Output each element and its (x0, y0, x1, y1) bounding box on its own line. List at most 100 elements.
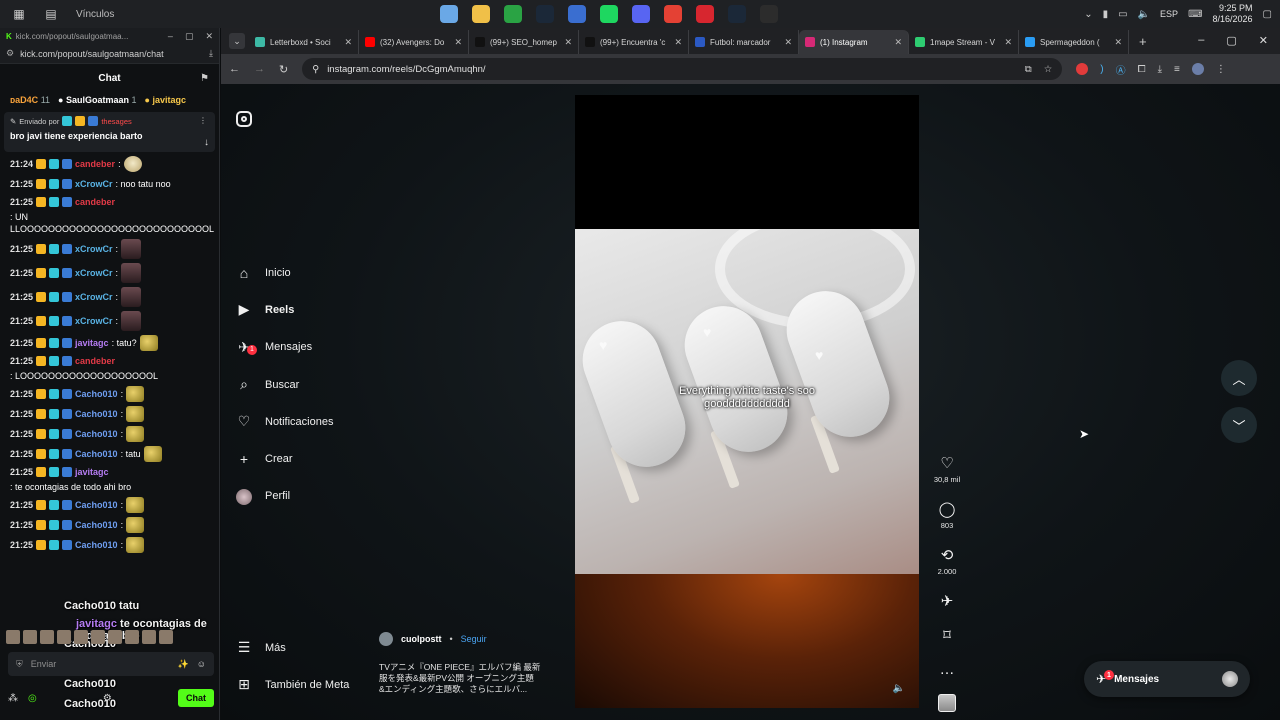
message-username[interactable]: Cacho010 (75, 428, 118, 440)
taskbar-app-icon[interactable] (728, 5, 746, 23)
follow-button[interactable]: Seguir (461, 634, 487, 644)
tab-close-icon[interactable]: ✕ (344, 37, 352, 48)
bookmark-icon[interactable]: ⌑ (943, 628, 951, 644)
download-icon[interactable]: ⤓ (209, 48, 213, 59)
message-username[interactable]: Cacho010 (75, 499, 118, 511)
next-reel-button[interactable]: ﹀ (1221, 407, 1257, 443)
comment-action[interactable]: ◯ 803 (939, 502, 956, 531)
author-name[interactable]: cuolpostt (401, 634, 442, 644)
message-username[interactable]: javitagc (75, 466, 109, 478)
usb-icon[interactable]: ▮ (1103, 9, 1109, 20)
previous-reel-button[interactable]: ︿ (1221, 360, 1257, 396)
message-username[interactable]: xCrowCr (75, 315, 113, 327)
grid-icon[interactable]: ▦ (12, 7, 26, 21)
maximize-icon[interactable]: ▢ (185, 31, 194, 42)
message-username[interactable]: xCrowCr (75, 267, 113, 279)
close-icon[interactable]: ✕ (1259, 34, 1268, 47)
table-icon[interactable]: ▤ (44, 7, 58, 21)
reload-icon[interactable]: ↻ (279, 63, 288, 76)
message-username[interactable]: Cacho010 (75, 388, 118, 400)
media-icon[interactable]: ≡ (1174, 64, 1180, 75)
tab-close-icon[interactable]: ✕ (784, 37, 792, 48)
chat-input[interactable]: ⛨ Enviar ✨ ☺ (8, 652, 214, 676)
message-username[interactable]: javitagc (75, 337, 109, 349)
forward-icon[interactable]: → (254, 63, 265, 75)
emote-icon[interactable] (108, 630, 122, 644)
more-action[interactable]: … (940, 662, 955, 678)
downloads-icon[interactable]: ⤓ (1158, 64, 1162, 75)
audio-thumbnail[interactable] (938, 694, 956, 712)
clock[interactable]: 9:25 PM 8/16/2026 (1213, 3, 1253, 25)
close-icon[interactable]: ✕ (205, 31, 213, 42)
browser-tab[interactable]: Letterboxd • Soci ✕ (249, 30, 359, 54)
emote-icon[interactable] (159, 630, 173, 644)
comment-icon[interactable]: ◯ (939, 502, 956, 518)
profile-avatar-icon[interactable] (1191, 63, 1204, 75)
browser-tab[interactable]: Futbol: marcador ✕ (689, 30, 799, 54)
maximize-icon[interactable]: ▢ (1226, 34, 1236, 47)
smiley-icon[interactable]: ☺ (197, 659, 206, 670)
extension-red-icon[interactable] (1076, 63, 1089, 75)
chat-send-button[interactable]: Chat (177, 689, 214, 707)
install-icon[interactable]: ⧉ (1025, 64, 1032, 75)
send-icon[interactable]: ✈ (941, 594, 954, 610)
instagram-logo-icon[interactable] (236, 111, 252, 127)
settings-icon[interactable]: ⚙ (6, 48, 14, 59)
extensions-puzzle-icon[interactable]: ⧠ (1138, 64, 1146, 75)
taskbar-app-icon[interactable] (760, 5, 778, 23)
more-icon[interactable]: … (940, 662, 955, 678)
taskbar-app-icon[interactable] (664, 5, 682, 23)
language-label[interactable]: ESP (1160, 9, 1178, 19)
address-bar[interactable]: ⚲ instagram.com/reels/DcGgmAmuqhn/ ⧉ ☆ (302, 58, 1063, 80)
messages-float-button[interactable]: ✈ 1 Mensajes (1084, 661, 1250, 697)
author-avatar[interactable] (379, 632, 393, 646)
browser-tab[interactable]: 1mape Stream - V ✕ (909, 30, 1019, 54)
minimize-icon[interactable]: – (168, 31, 173, 42)
message-username[interactable]: candeber (75, 355, 115, 367)
tab-close-icon[interactable]: ✕ (894, 37, 902, 48)
more-options-icon[interactable]: ⋮ (199, 116, 207, 125)
taskbar-app-icon[interactable] (440, 5, 458, 23)
network-icon[interactable]: ▭ (1118, 9, 1127, 20)
nav-item-mensajes[interactable]: ✈ 1 Mensajes (235, 329, 333, 366)
points-icon[interactable]: ⁂ (8, 693, 18, 704)
speaker-icon[interactable]: 🔈 (1138, 9, 1150, 20)
kick-url[interactable]: kick.com/popout/saulgoatmaan/chat (20, 49, 164, 59)
browser-tab[interactable]: (32) Avengers: Do ✕ (359, 30, 469, 54)
reel-description[interactable]: TVアニメ『ONE PIECE』エルバフ編 最新 服を発表&最新PV公開 オープ… (379, 662, 559, 695)
arrow-down-icon[interactable]: ↓ (204, 137, 209, 148)
browser-tab[interactable]: Spermageddon (✕ (1019, 30, 1129, 54)
message-username[interactable]: Cacho010 (75, 519, 118, 531)
heart-icon[interactable]: ♡ (940, 456, 953, 472)
site-info-icon[interactable]: ⚲ (312, 64, 319, 75)
tab-close-icon[interactable]: ✕ (564, 37, 572, 48)
tab-search-icon[interactable]: ⌄ (229, 33, 245, 49)
message-username[interactable]: Cacho010 (75, 448, 118, 460)
minimize-icon[interactable]: – (1198, 34, 1204, 47)
tab-close-icon[interactable]: ✕ (674, 37, 682, 48)
extension-wave-icon[interactable]: ) (1100, 64, 1103, 75)
message-username[interactable]: Cacho010 (75, 539, 118, 551)
tab-close-icon[interactable]: ✕ (454, 37, 462, 48)
nav-item-bottom[interactable]: ⊞ También de Meta (235, 666, 349, 703)
message-username[interactable]: xCrowCr (75, 178, 113, 190)
taskbar-app-icon[interactable] (536, 5, 554, 23)
share-action[interactable]: ✈ (941, 594, 954, 610)
notification-icon[interactable]: ▢ (1263, 9, 1272, 20)
keyboard-icon[interactable]: ⌨ (1188, 9, 1202, 20)
reel-video[interactable]: ♥ ♥ ♥ Everything white taste's soo goodd… (575, 95, 919, 708)
taskbar-app-icon[interactable] (568, 5, 586, 23)
nav-item-perfil[interactable]: Perfil (235, 478, 333, 515)
message-username[interactable]: xCrowCr (75, 243, 113, 255)
message-username[interactable]: candeber (75, 196, 115, 208)
gifter-1[interactable]: ᴅaD4C 11 (10, 95, 50, 105)
emote-icon[interactable] (142, 630, 156, 644)
taskbar-app-icon[interactable] (504, 5, 522, 23)
tab-close-icon[interactable]: ✕ (1004, 37, 1012, 48)
mute-icon[interactable]: 🔈 (893, 683, 905, 694)
save-action[interactable]: ⌑ (943, 628, 951, 644)
emote-icon[interactable] (6, 630, 20, 644)
tab-close-icon[interactable]: ✕ (1114, 37, 1122, 48)
chevron-up-icon[interactable]: ⌄ (1084, 9, 1092, 20)
repost-icon[interactable]: ⟲ (941, 548, 954, 564)
